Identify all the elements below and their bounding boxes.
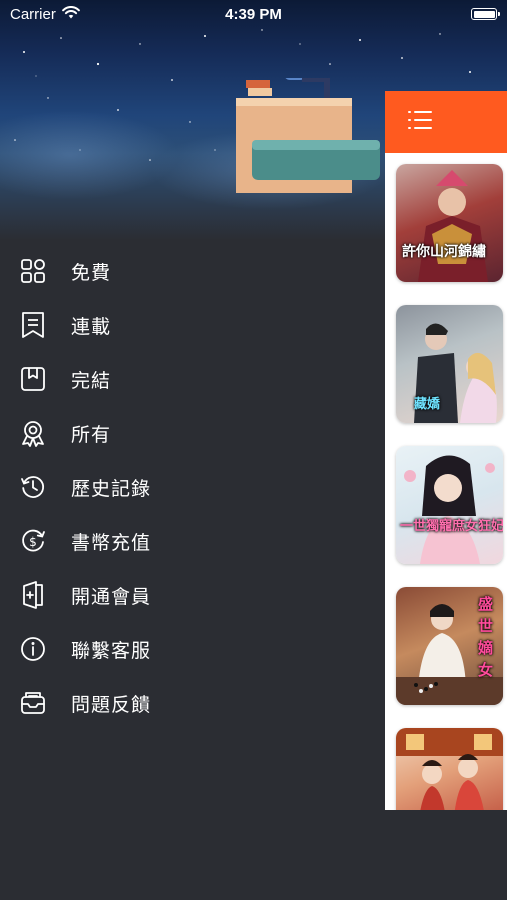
- book-cover[interactable]: [396, 728, 503, 810]
- book-cover[interactable]: 許你山河錦繡: [396, 164, 503, 282]
- bookmark-list-icon: [19, 311, 47, 339]
- content-header: [385, 91, 507, 153]
- book-title: 盛世嫡女: [478, 595, 494, 679]
- wifi-icon: [61, 5, 80, 23]
- book-cover[interactable]: 盛世嫡女: [396, 587, 503, 705]
- award-icon: [19, 419, 47, 447]
- svg-text:$: $: [29, 535, 37, 549]
- menu-item-recharge[interactable]: $ 書幣充值: [0, 514, 385, 568]
- menu-item-label: 問題反饋: [71, 693, 152, 716]
- menu-item-label: 歷史記錄: [71, 477, 152, 500]
- list-menu-icon[interactable]: [407, 109, 433, 135]
- menu-item-label: 聯繫客服: [71, 639, 152, 662]
- menu-item-label: 連載: [71, 315, 112, 338]
- menu-item-completed[interactable]: 完結: [0, 352, 385, 406]
- menu-item-feedback[interactable]: 問題反饋: [0, 676, 385, 730]
- inbox-icon: [19, 689, 47, 717]
- drawer-menu: 免費 連載 完結 所有 歷史記錄 $ 書幣充值 開通會員 聯繫客服 問題反饋: [0, 244, 385, 730]
- book-title: 藏嬌: [414, 397, 441, 412]
- menu-item-serializing[interactable]: 連載: [0, 298, 385, 352]
- menu-item-membership[interactable]: 開通會員: [0, 568, 385, 622]
- carrier-label: Carrier: [10, 5, 56, 23]
- book-title: 一世獨寵庶女狂妃: [400, 519, 503, 534]
- coin-icon: $: [19, 527, 47, 555]
- menu-item-free[interactable]: 免費: [0, 244, 385, 298]
- menu-item-all[interactable]: 所有: [0, 406, 385, 460]
- menu-item-history[interactable]: 歷史記錄: [0, 460, 385, 514]
- battery-icon: [471, 8, 500, 20]
- menu-item-label: 完結: [71, 369, 112, 392]
- menu-item-label: 免費: [71, 261, 112, 284]
- book-cover[interactable]: 一世獨寵庶女狂妃: [396, 446, 503, 564]
- grid-icon: [19, 257, 47, 285]
- reading-illustration: [236, 78, 380, 193]
- info-icon: [19, 635, 47, 663]
- door-plus-icon: [19, 581, 47, 609]
- menu-item-label: 開通會員: [71, 585, 152, 608]
- bookmark-icon: [19, 365, 47, 393]
- menu-item-contact-support[interactable]: 聯繫客服: [0, 622, 385, 676]
- menu-item-label: 書幣充值: [71, 531, 152, 554]
- history-icon: [19, 473, 47, 501]
- status-bar: Carrier 4:39 PM: [0, 0, 507, 28]
- book-cover[interactable]: 藏嬌: [396, 305, 503, 423]
- book-title: 許你山河錦繡: [402, 244, 486, 260]
- main-content-peek[interactable]: 許你山河錦繡 藏嬌 一世獨寵庶女狂妃 盛世嫡女: [385, 91, 507, 810]
- menu-item-label: 所有: [71, 423, 112, 446]
